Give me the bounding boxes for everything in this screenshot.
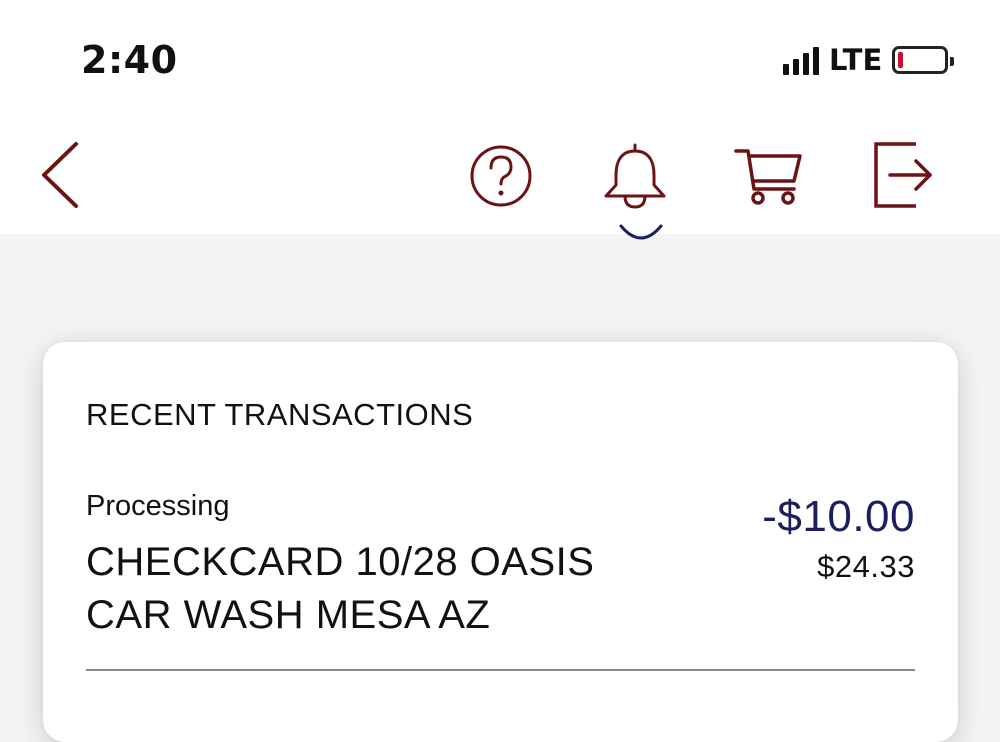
transaction-row[interactable]: Processing CHECKCARD 10/28 OASIS CAR WAS… (86, 490, 915, 670)
recent-transactions-card: RECENT TRANSACTIONS Processing CHECKCARD… (43, 342, 958, 742)
status-indicators: LTE (783, 42, 955, 78)
signal-strength-icon (783, 45, 819, 75)
pull-to-refresh-indicator (618, 218, 664, 249)
help-icon (470, 145, 532, 207)
help-button[interactable] (469, 144, 533, 208)
network-type: LTE (829, 43, 883, 77)
notifications-bell-icon (604, 143, 666, 209)
transaction-amount: -$10.00 (762, 492, 915, 541)
section-title: RECENT TRANSACTIONS (86, 397, 474, 432)
back-chevron-icon (42, 142, 78, 208)
sign-out-button[interactable] (872, 140, 934, 210)
divider (86, 669, 915, 671)
transaction-description: CHECKCARD 10/28 OASIS CAR WASH MESA AZ (86, 540, 595, 637)
battery-icon (892, 46, 955, 74)
back-button[interactable] (38, 140, 82, 210)
status-time: 2:40 (81, 38, 178, 82)
sign-out-icon (874, 142, 932, 208)
transaction-status: Processing (86, 490, 230, 522)
transaction-balance: $24.33 (817, 549, 915, 584)
cart-button[interactable] (734, 147, 804, 207)
top-bar: 2:40 LTE (0, 0, 1000, 234)
cart-icon (734, 149, 802, 205)
notifications-button[interactable] (602, 143, 668, 211)
